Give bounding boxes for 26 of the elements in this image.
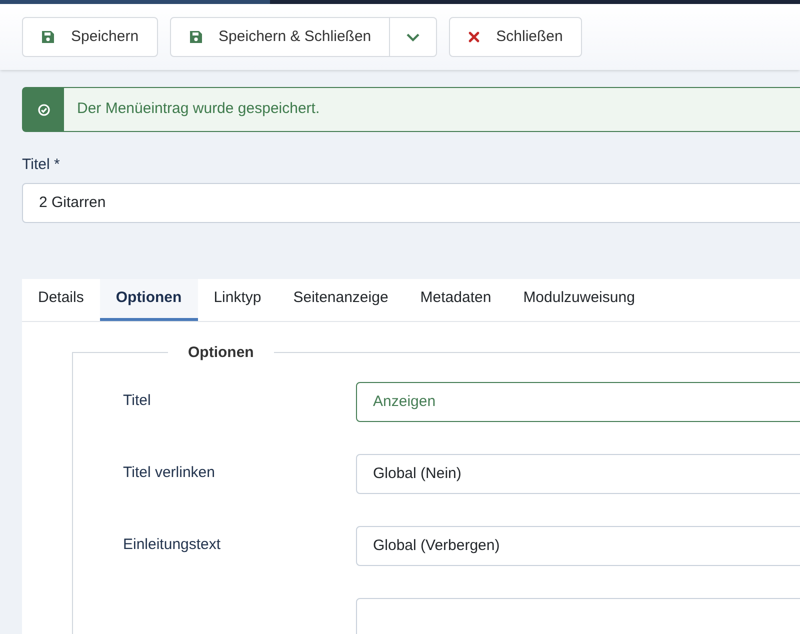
title-input[interactable]: 2 Gitarren [22, 182, 800, 222]
option-label: Einleitungstext [123, 535, 222, 555]
option-label: Titel [123, 391, 152, 411]
alert-message: Der Menüeintrag wurde gespeichert. [76, 99, 320, 120]
save-button[interactable]: Speichern & Schließen [170, 17, 390, 57]
close-button[interactable]: Schließen [449, 17, 582, 57]
save-button[interactable]: Speichern [22, 17, 158, 57]
title-label: Titel * [22, 155, 61, 175]
close-icon [468, 31, 480, 43]
fieldset-legend: Optionen [168, 342, 274, 364]
option-select[interactable]: Anzeigen [356, 382, 800, 422]
option-label: Titel verlinken [123, 463, 216, 483]
tab[interactable]: Details [22, 278, 100, 320]
dropdown-toggle[interactable] [390, 17, 438, 57]
option-select[interactable] [356, 598, 800, 634]
option-select[interactable]: Global (Verbergen) [356, 526, 800, 566]
chevron-down-icon [406, 32, 420, 42]
tab[interactable]: Optionen [100, 278, 198, 320]
option-select[interactable]: Global (Nein) [356, 454, 800, 494]
tab[interactable]: Linktyp [198, 278, 278, 320]
tab[interactable]: Modulzuweisung [507, 278, 651, 320]
tab[interactable]: Seitenanzeige [277, 278, 404, 320]
tab[interactable]: Metadaten [404, 278, 508, 320]
save-icon [188, 30, 203, 44]
save-icon [41, 30, 55, 44]
check-circle-icon [38, 104, 50, 116]
